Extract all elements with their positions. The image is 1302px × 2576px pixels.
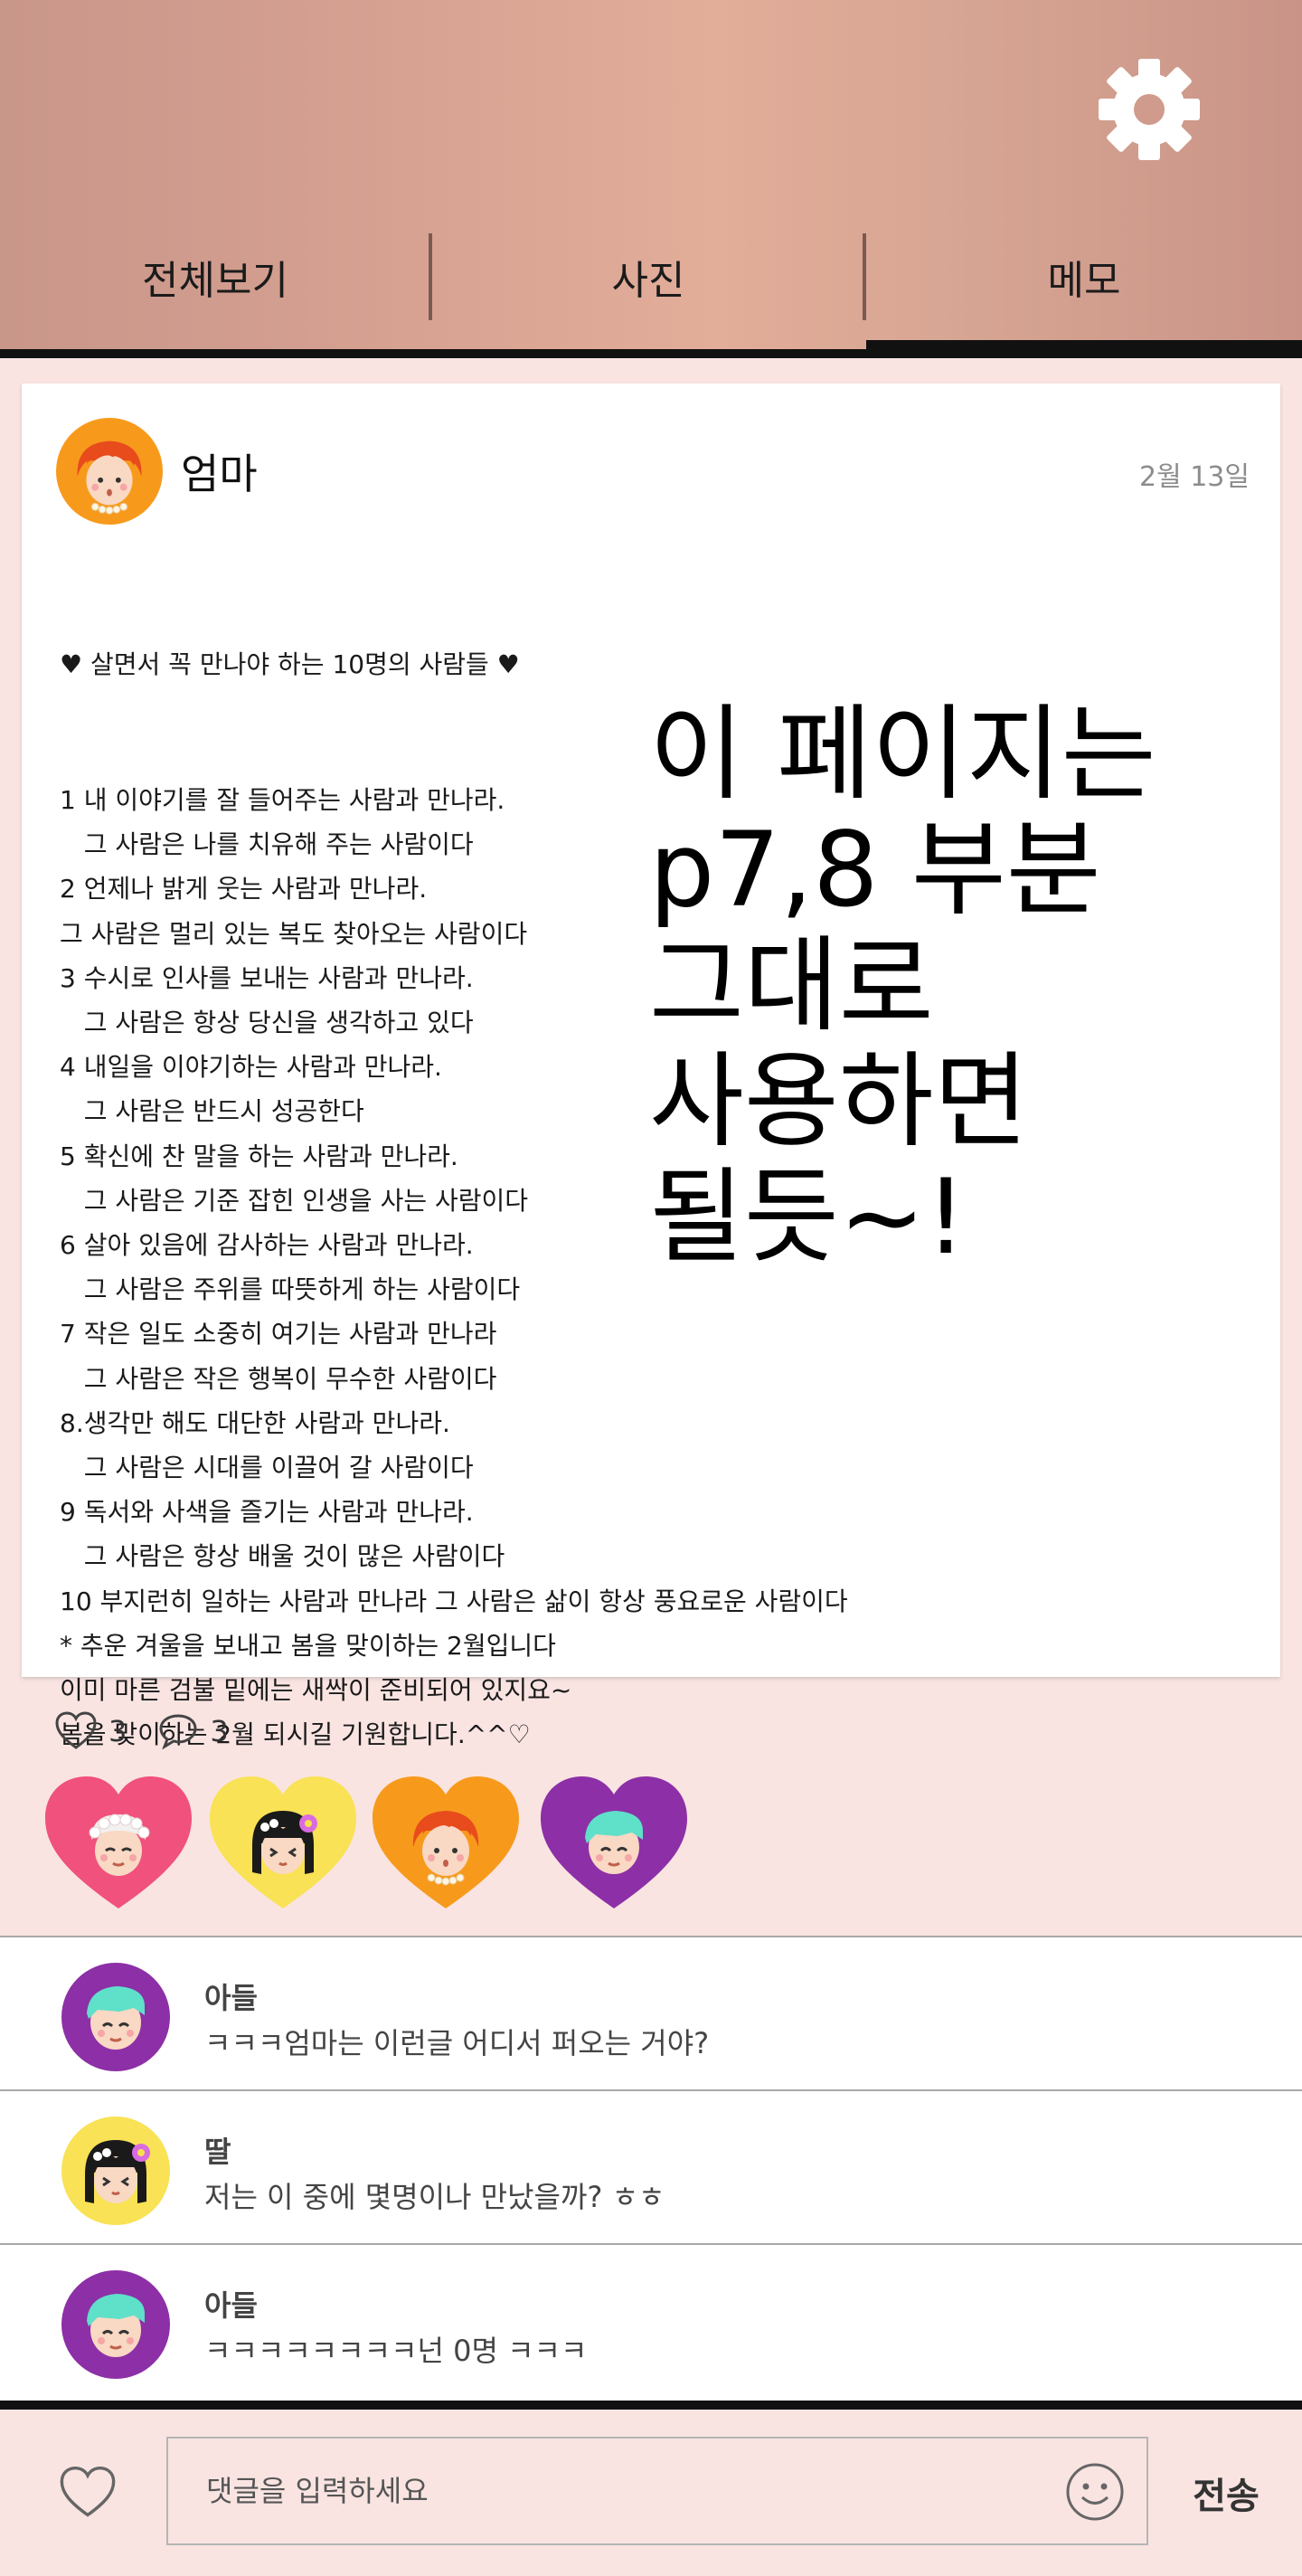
reaction-bar: 3 3 <box>54 1706 259 1757</box>
author-name: 엄마 <box>181 450 258 498</box>
photo-icon[interactable] <box>333 51 468 168</box>
post-line: 7 작은 일도 소중히 여기는 사람과 만나라 <box>60 1319 497 1350</box>
son-avatar[interactable] <box>537 1773 691 1918</box>
tab-memo[interactable]: 메모 <box>866 226 1302 327</box>
post-date: 2월 13일 <box>1139 461 1250 493</box>
comment-count[interactable]: 3 <box>157 1713 229 1749</box>
post-line: 그 사람은 항상 배울 것이 많은 사람이다 <box>60 1541 505 1572</box>
smiley-icon[interactable] <box>1065 2462 1125 2522</box>
post-line: 그 사람은 시대를 이끌어 갈 사람이다 <box>60 1453 474 1483</box>
comments-divider <box>0 2401 1302 2410</box>
comment-author: 아들 <box>204 2288 258 2323</box>
app-screen: 전체보기 사진 메모 엄마 2월 13일 ♥ 살면서 꼭 만나야 하는 10명의… <box>0 0 1302 2576</box>
post-card: 엄마 2월 13일 ♥ 살면서 꼭 만나야 하는 10명의 사람들 ♥ 1 내 … <box>22 384 1280 1749</box>
gear-icon[interactable] <box>1081 51 1217 168</box>
comment-input-bar: 전송 <box>0 2410 1302 2576</box>
tab-photos[interactable]: 사진 <box>432 226 864 327</box>
tab-all[interactable]: 전체보기 <box>0 226 430 327</box>
bell-icon[interactable] <box>832 51 967 168</box>
comment-text: ㅋㅋㅋ엄마는 이런글 어디서 퍼오는 거야? <box>204 2026 710 2060</box>
chat-heart-icon[interactable] <box>590 51 725 168</box>
mom-avatar[interactable] <box>369 1773 523 1918</box>
overlay-note: 이 페이지는 p7,8 부분 그대로 사용하면 될듯~! <box>649 694 1156 1277</box>
like-count[interactable]: 3 <box>54 1711 127 1751</box>
top-navigation: 전체보기 사진 메모 <box>0 0 1302 358</box>
comment-item: 아들 ㅋㅋㅋㅋㅋㅋㅋㅋ넌 0명 ㅋㅋㅋ <box>0 2245 1302 2399</box>
son-avatar[interactable] <box>61 2270 170 2379</box>
comment-author: 아들 <box>204 1981 258 2015</box>
comment-list: 아들 ㅋㅋㅋ엄마는 이런글 어디서 퍼오는 거야? 딸 저는 이 중에 몇명이나… <box>0 1936 1302 2402</box>
daughter-avatar[interactable] <box>61 2117 170 2225</box>
post-line: 8.생각만 해도 대단한 사람과 만나라. <box>60 1407 450 1438</box>
reactor-avatars <box>42 1773 711 1918</box>
son-avatar[interactable] <box>61 1963 170 2071</box>
active-tab-indicator <box>866 340 1302 358</box>
speech-bubble-icon <box>159 1714 197 1749</box>
post-line: * 추운 겨울을 보내고 봄을 맞이하는 2월입니다 <box>60 1630 556 1661</box>
post-line: 그 사람은 작은 행복이 무수한 사람이다 <box>60 1363 497 1394</box>
daughter-avatar[interactable] <box>206 1773 360 1918</box>
author-avatar[interactable] <box>56 418 163 525</box>
heart-outline-icon <box>55 1711 97 1749</box>
send-button[interactable]: 전송 <box>1172 2460 1280 2525</box>
post-line: 9 독서와 사색을 즐기는 사람과 만나라. <box>60 1497 474 1528</box>
comment-count-value: 3 <box>210 1714 229 1748</box>
comment-input[interactable] <box>166 2437 1148 2545</box>
comment-text: ㅋㅋㅋㅋㅋㅋㅋㅋ넌 0명 ㅋㅋㅋ <box>204 2334 588 2368</box>
comment-text: 저는 이 중에 몇명이나 만났을까? ㅎㅎ <box>204 2180 665 2214</box>
like-count-value: 3 <box>108 1714 127 1748</box>
tab-bar: 전체보기 사진 메모 <box>0 226 1302 327</box>
comment-author: 딸 <box>204 2135 231 2169</box>
comment-item: 딸 저는 이 중에 몇명이나 만났을까? ㅎㅎ <box>0 2091 1302 2245</box>
heart-outline-icon[interactable] <box>58 2466 118 2520</box>
home-heart-icon[interactable] <box>81 51 217 168</box>
post-line: 10 부지런히 일하는 사람과 만나라 그 사람은 삶이 항상 풍요로운 사람이… <box>60 1586 848 1616</box>
post-heading: ♥ 살면서 꼭 만나야 하는 10명의 사람들 ♥ <box>60 649 520 680</box>
grandma-avatar[interactable] <box>42 1773 195 1918</box>
comment-item: 아들 ㅋㅋㅋ엄마는 이런글 어디서 퍼오는 거야? <box>0 1937 1302 2091</box>
